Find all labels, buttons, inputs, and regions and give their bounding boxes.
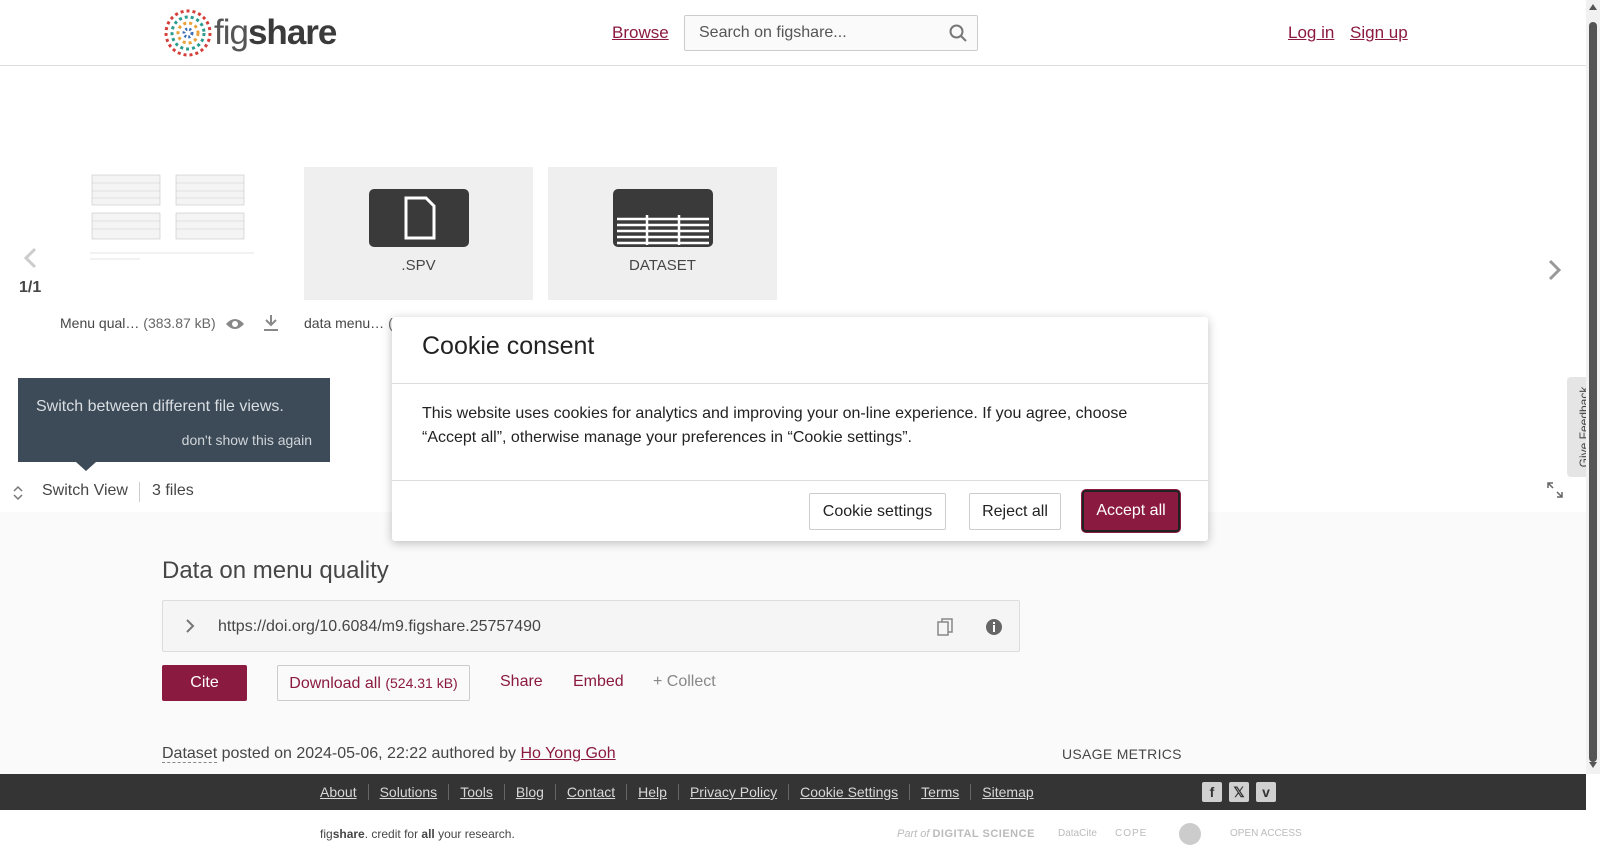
cookie-consent-dialog: Cookie consent This website uses cookies… bbox=[392, 317, 1208, 541]
footer-link-help[interactable]: Help bbox=[626, 784, 678, 800]
globe-icon[interactable] bbox=[1178, 822, 1202, 846]
footer-links: About Solutions Tools Blog Contact Help … bbox=[320, 784, 1045, 800]
dialog-title: Cookie consent bbox=[422, 332, 595, 360]
accept-all-button[interactable]: Accept all bbox=[1082, 490, 1180, 532]
dialog-body: This website uses cookies for analytics … bbox=[422, 405, 1128, 446]
footer-link-about[interactable]: About bbox=[320, 784, 368, 800]
x-icon[interactable]: 𝕏 bbox=[1229, 782, 1249, 802]
reject-all-button[interactable]: Reject all bbox=[969, 493, 1061, 530]
footer-link-cookie-settings[interactable]: Cookie Settings bbox=[788, 784, 909, 800]
cope-logo[interactable]: COPE bbox=[1115, 822, 1147, 846]
footer-link-sitemap[interactable]: Sitemap bbox=[970, 784, 1044, 800]
scroll-down-arrow[interactable] bbox=[1589, 762, 1597, 768]
footer-credit: figshare. credit for all your research. bbox=[320, 827, 515, 841]
divider bbox=[392, 383, 1208, 384]
footer-link-contact[interactable]: Contact bbox=[554, 784, 626, 800]
footer-link-privacy[interactable]: Privacy Policy bbox=[677, 784, 788, 800]
footer-link-terms[interactable]: Terms bbox=[909, 784, 970, 800]
scroll-thumb[interactable] bbox=[1589, 22, 1597, 762]
vimeo-icon[interactable]: v bbox=[1256, 782, 1276, 802]
footer-link-blog[interactable]: Blog bbox=[503, 784, 555, 800]
open-access-logo[interactable]: OPEN ACCESS bbox=[1230, 822, 1302, 846]
datacite-logo[interactable]: DataCite bbox=[1058, 822, 1097, 846]
cookie-settings-button[interactable]: Cookie settings bbox=[809, 493, 946, 530]
footer-link-tools[interactable]: Tools bbox=[448, 784, 504, 800]
footer-link-solutions[interactable]: Solutions bbox=[367, 784, 449, 800]
footer-nav: About Solutions Tools Blog Contact Help … bbox=[0, 774, 1586, 810]
divider bbox=[392, 480, 1208, 481]
page-scrollbar[interactable] bbox=[1586, 0, 1600, 774]
digital-science-logo[interactable]: Part of DIGITAL SCIENCE bbox=[897, 822, 1035, 846]
facebook-icon[interactable]: f bbox=[1202, 782, 1222, 802]
scroll-up-arrow[interactable] bbox=[1589, 4, 1597, 10]
footer-bottom: figshare. credit for all your research. … bbox=[0, 810, 1586, 857]
